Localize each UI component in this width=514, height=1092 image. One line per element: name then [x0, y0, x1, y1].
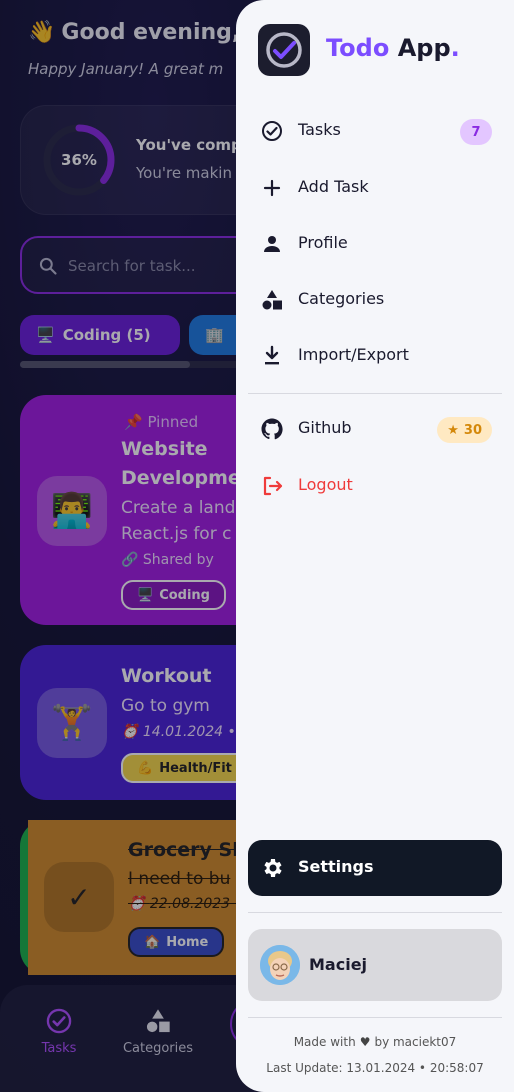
check-circle-icon: [262, 121, 282, 141]
profile-name: Maciej: [309, 955, 368, 974]
monitor-emoji-icon: 🖥️: [36, 326, 55, 344]
star-icon: ★: [447, 422, 459, 438]
shapes-icon: [146, 1009, 170, 1033]
menu-item-label: Categories: [298, 289, 385, 308]
person-icon: [264, 236, 280, 252]
wave-emoji-icon: 👋: [28, 20, 56, 45]
menu-divider: [248, 393, 502, 394]
logo-check-icon: [266, 32, 302, 68]
gear-icon: [264, 859, 282, 877]
task-deadline: ⏰ 22.08.2023 •: [128, 896, 243, 912]
app-logo: [258, 24, 310, 76]
profile-card[interactable]: Maciej: [248, 929, 502, 1001]
app-brand: Todo App.: [326, 34, 460, 62]
task-category-chip[interactable]: 💪 Health/Fit: [121, 753, 248, 783]
menu-item-add-task[interactable]: Add Task: [248, 163, 502, 213]
menu-item-import-export[interactable]: Import/Export: [248, 331, 502, 381]
pin-icon: 📌: [124, 413, 148, 431]
task-description: Go to gym: [121, 696, 210, 716]
link-icon: 🔗: [121, 552, 143, 568]
alarm-icon: ⏰: [128, 896, 150, 912]
nav-categories[interactable]: Categories: [113, 1007, 203, 1056]
settings-divider: [248, 912, 502, 913]
check-circle-icon: [46, 1008, 72, 1034]
tasks-count-badge: 7: [460, 119, 492, 145]
sub-greeting: Happy January! A great m: [28, 60, 224, 78]
office-emoji-icon: 🏢: [205, 326, 224, 344]
chip-label: Coding (5): [62, 326, 151, 344]
download-icon: [265, 345, 279, 365]
shapes-icon: [262, 290, 282, 310]
github-icon: [261, 418, 283, 440]
task-description: I need to bu: [128, 869, 231, 889]
task-description: Create a land React.js for c: [121, 498, 236, 544]
done-check-icon: ✓: [44, 862, 114, 932]
chips-scrollbar-thumb[interactable]: [20, 361, 190, 368]
menu-item-tasks[interactable]: Tasks 7: [248, 106, 502, 156]
made-with-text: Made with ♥ by maciekt07: [293, 1035, 457, 1049]
menu-item-label: Import/Export: [298, 345, 409, 364]
last-update-text: Last Update: 13.01.2024 • 20:58:07: [266, 1061, 484, 1075]
search-icon: [39, 257, 57, 275]
task-title: Website Developme: [121, 438, 241, 489]
footer-divider: [248, 1017, 502, 1018]
menu-item-profile[interactable]: Profile: [248, 219, 502, 269]
progress-title: You've comp: [136, 136, 242, 154]
task-emoji: 🏋️: [37, 688, 107, 758]
menu-item-github[interactable]: Github ★ 30: [248, 404, 502, 454]
menu-item-label: Add Task: [298, 177, 369, 196]
task-title: Grocery Sh: [128, 839, 246, 861]
settings-button[interactable]: Settings: [248, 840, 502, 896]
menu-item-label: Github: [298, 418, 352, 437]
menu-item-label: Tasks: [298, 120, 341, 139]
alarm-icon: ⏰: [121, 724, 143, 740]
nav-tasks[interactable]: Tasks: [14, 1007, 104, 1056]
search-placeholder: Search for task...: [68, 257, 196, 275]
shared-by: 🔗 Shared by: [121, 552, 214, 568]
greeting-heading: 👋 Good evening,: [28, 20, 240, 45]
menu-item-logout[interactable]: Logout: [248, 461, 502, 511]
logout-icon: [263, 476, 283, 496]
settings-label: Settings: [298, 857, 374, 876]
menu-item-label: Logout: [298, 475, 353, 494]
greeting-text: Good evening,: [61, 20, 241, 45]
task-deadline: ⏰ 14.01.2024 • 0: [121, 724, 250, 740]
plus-icon: [263, 179, 281, 197]
pinned-label: 📌 Pinned: [124, 413, 199, 431]
progress-percent: 36%: [61, 151, 97, 169]
heart-icon: ♥: [359, 1035, 371, 1049]
github-stars-badge: ★ 30: [437, 417, 492, 443]
category-chip-coding[interactable]: 🖥️ Coding (5): [20, 315, 180, 355]
menu-item-label: Profile: [298, 233, 348, 252]
side-drawer: Todo App. Tasks 7 Add Task Profile Categ…: [236, 0, 514, 1092]
task-category-chip[interactable]: 🏠 Home: [128, 927, 225, 957]
progress-subtitle: You're makin: [136, 164, 232, 182]
task-emoji: 👨‍💻: [37, 476, 107, 546]
avatar: [260, 945, 300, 985]
task-title: Workout: [121, 665, 212, 687]
task-category-chip[interactable]: 🖥️ Coding: [121, 580, 226, 610]
avatar-face-icon: [260, 945, 300, 985]
menu-item-categories[interactable]: Categories: [248, 275, 502, 325]
